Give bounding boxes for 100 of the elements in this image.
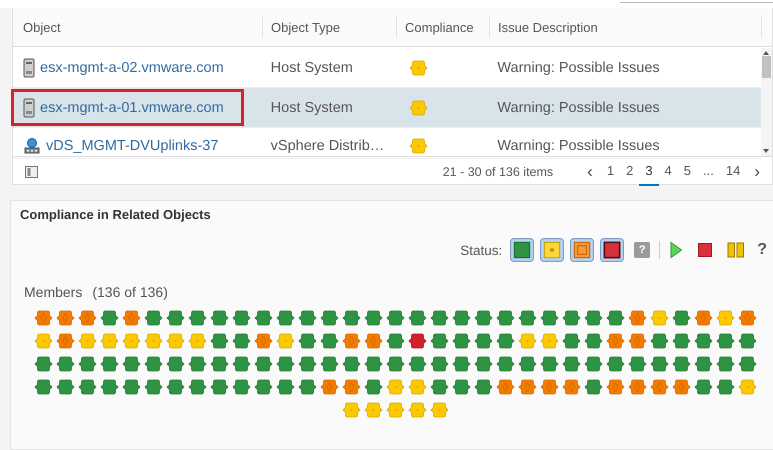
object-link[interactable]: esx-mgmt-a-02.vmware.com bbox=[40, 60, 224, 76]
member-status-icon bbox=[540, 333, 558, 349]
search-field[interactable] bbox=[620, 0, 773, 3]
member-status-icon bbox=[210, 333, 228, 349]
member-status-icon bbox=[188, 310, 206, 326]
page-link[interactable]: 14 bbox=[720, 158, 746, 186]
member-status-icon bbox=[540, 356, 558, 372]
member-status-icon bbox=[562, 356, 580, 372]
server-icon bbox=[23, 98, 35, 118]
prev-page-button[interactable]: ‹ bbox=[579, 162, 601, 182]
column-header[interactable]: Object bbox=[13, 16, 263, 38]
member-status-icon bbox=[56, 356, 74, 372]
member-status-icon bbox=[232, 356, 250, 372]
member-status-icon bbox=[672, 379, 690, 395]
member-status-icon bbox=[188, 333, 206, 349]
member-status-icon bbox=[408, 333, 426, 349]
scrollbar[interactable] bbox=[761, 48, 772, 156]
member-status-icon bbox=[342, 356, 360, 372]
member-status-icon bbox=[562, 333, 580, 349]
object-link[interactable]: esx-mgmt-a-01.vmware.com bbox=[40, 100, 224, 116]
page-link[interactable]: 2 bbox=[620, 158, 640, 186]
member-status-icon bbox=[298, 379, 316, 395]
member-status-icon bbox=[430, 402, 448, 418]
member-status-icon bbox=[496, 310, 514, 326]
member-status-icon bbox=[738, 356, 756, 372]
page-link[interactable]: 4 bbox=[658, 158, 678, 186]
member-status-icon bbox=[672, 356, 690, 372]
object-link[interactable]: vDS_MGMT-DVUplinks-37 bbox=[46, 138, 218, 154]
compliance-icon bbox=[408, 60, 428, 76]
member-status-icon bbox=[254, 356, 272, 372]
item-range: 21 - 30 of 136 items bbox=[442, 165, 554, 179]
member-status-icon bbox=[496, 333, 514, 349]
member-status-icon bbox=[342, 379, 360, 395]
member-status-icon bbox=[386, 356, 404, 372]
member-status-icon bbox=[320, 379, 338, 395]
table-row[interactable]: esx-mgmt-a-01.vmware.com Host System Warning: Possible Issues bbox=[13, 88, 761, 128]
member-status-icon bbox=[386, 333, 404, 349]
member-status-icon bbox=[34, 333, 52, 349]
member-status-icon bbox=[474, 333, 492, 349]
stop-icon[interactable] bbox=[697, 242, 714, 258]
member-status-icon bbox=[386, 402, 404, 418]
help-button[interactable]: ? bbox=[757, 241, 767, 259]
member-status-icon bbox=[78, 333, 96, 349]
member-status-icon bbox=[694, 333, 712, 349]
member-status-icon bbox=[122, 310, 140, 326]
member-status-icon bbox=[100, 379, 118, 395]
member-status-icon bbox=[342, 310, 360, 326]
pause-icon[interactable] bbox=[727, 242, 746, 258]
member-status-icon bbox=[474, 356, 492, 372]
member-status-icon bbox=[364, 356, 382, 372]
member-status-icon bbox=[694, 356, 712, 372]
member-status-icon bbox=[408, 310, 426, 326]
member-status-icon bbox=[650, 379, 668, 395]
column-header[interactable]: Issue Description bbox=[490, 16, 762, 38]
member-status-icon bbox=[716, 356, 734, 372]
member-status-icon bbox=[562, 310, 580, 326]
member-status-icon bbox=[606, 333, 624, 349]
member-status-icon bbox=[276, 333, 294, 349]
member-status-icon bbox=[56, 310, 74, 326]
member-status-icon bbox=[364, 333, 382, 349]
member-status-icon bbox=[408, 379, 426, 395]
member-status-icon bbox=[254, 310, 272, 326]
columns-icon[interactable] bbox=[25, 166, 38, 178]
member-status-icon bbox=[540, 310, 558, 326]
page-link[interactable]: ... bbox=[697, 158, 720, 186]
member-status-icon bbox=[254, 333, 272, 349]
compliance-icon bbox=[408, 138, 428, 154]
member-status-icon bbox=[650, 356, 668, 372]
next-page-button[interactable]: › bbox=[746, 162, 768, 182]
table-cell: Warning: Possible Issues bbox=[497, 138, 660, 154]
member-status-icon bbox=[298, 310, 316, 326]
table-cell: Host System bbox=[270, 60, 353, 76]
column-header[interactable]: Compliance bbox=[397, 16, 490, 38]
table-row[interactable]: vDS_MGMT-DVUplinks-37 vSphere Distrib… Warning: Possible Issues bbox=[13, 128, 761, 159]
member-status-icon bbox=[210, 379, 228, 395]
member-status-icon bbox=[144, 310, 162, 326]
member-status-icon bbox=[606, 356, 624, 372]
member-status-icon bbox=[584, 333, 602, 349]
member-status-icon bbox=[320, 310, 338, 326]
member-status-icon bbox=[408, 402, 426, 418]
member-status-icon bbox=[716, 310, 734, 326]
member-status-icon bbox=[56, 379, 74, 395]
page-link[interactable]: 3 bbox=[639, 158, 659, 186]
status-filter-button[interactable] bbox=[510, 238, 534, 262]
member-status-icon bbox=[430, 310, 448, 326]
column-header[interactable]: Object Type bbox=[263, 16, 397, 38]
play-icon[interactable] bbox=[669, 241, 684, 259]
panel-title: Compliance in Related Objects bbox=[19, 206, 212, 222]
member-status-icon bbox=[628, 379, 646, 395]
page-link[interactable]: 1 bbox=[600, 158, 620, 186]
member-status-icon bbox=[474, 379, 492, 395]
server-icon bbox=[23, 58, 35, 78]
member-status-icon bbox=[628, 356, 646, 372]
member-status-icon bbox=[320, 356, 338, 372]
status-filter-button[interactable] bbox=[600, 238, 624, 262]
member-status-icon bbox=[738, 333, 756, 349]
page-link[interactable]: 5 bbox=[678, 158, 698, 186]
member-status-icon bbox=[78, 379, 96, 395]
member-status-icon bbox=[34, 310, 52, 326]
compliance-icon bbox=[408, 100, 428, 116]
